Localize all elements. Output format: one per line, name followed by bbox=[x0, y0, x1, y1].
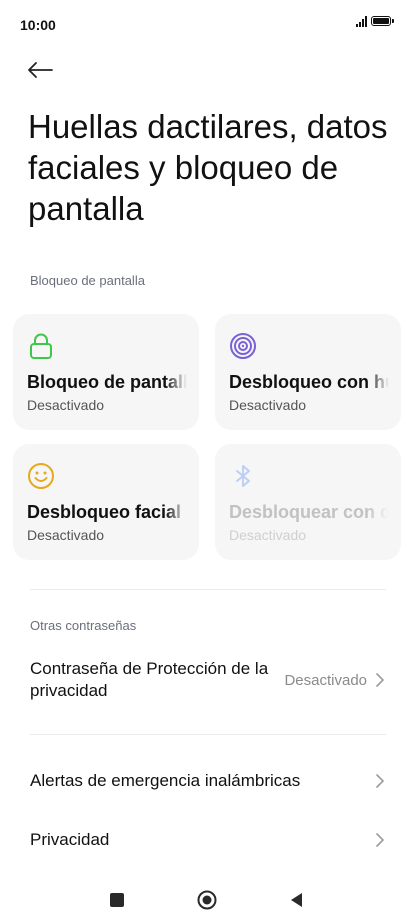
section-label-screen-lock: Bloqueo de pantalla bbox=[30, 273, 145, 288]
section-label-other-passwords: Otras contraseñas bbox=[30, 618, 137, 633]
chevron-right-icon bbox=[376, 833, 384, 847]
card-title: Desbloquear con dispositivo Bluetooth bbox=[229, 502, 389, 523]
privacy-password-row[interactable]: Contraseña de Protección de la privacida… bbox=[0, 655, 415, 711]
card-status: Desactivado bbox=[27, 527, 105, 543]
card-title: Desbloqueo facial bbox=[27, 502, 187, 523]
card-screen-lock[interactable]: Bloqueo de pantalla Desactivado bbox=[13, 314, 199, 430]
status-bar: 10:00 bbox=[0, 0, 415, 48]
status-icons bbox=[356, 15, 394, 27]
navigation-bar bbox=[0, 876, 415, 924]
lock-icon bbox=[30, 333, 52, 359]
status-time: 10:00 bbox=[20, 17, 56, 33]
card-face-unlock[interactable]: Desbloqueo facial Desactivado bbox=[13, 444, 199, 560]
divider bbox=[30, 734, 386, 735]
row-value: Desactivado bbox=[284, 672, 367, 689]
back-nav-button[interactable] bbox=[289, 892, 305, 908]
back-button[interactable] bbox=[22, 52, 58, 88]
fingerprint-icon bbox=[230, 333, 256, 359]
bluetooth-icon bbox=[236, 465, 250, 487]
triangle-back-icon bbox=[291, 893, 302, 907]
home-circle-icon bbox=[197, 890, 217, 910]
card-bluetooth-unlock[interactable]: Desbloquear con dispositivo Bluetooth De… bbox=[215, 444, 401, 560]
page-title: Huellas dactilares, datos faciales y blo… bbox=[28, 108, 388, 227]
arrow-left-icon bbox=[28, 62, 53, 78]
row-label: Alertas de emergencia inalámbricas bbox=[30, 771, 301, 790]
recents-button[interactable] bbox=[110, 893, 124, 907]
card-status: Desactivado bbox=[27, 397, 105, 413]
home-button[interactable] bbox=[197, 890, 217, 910]
face-icon bbox=[28, 463, 54, 489]
card-fingerprint-unlock[interactable]: Desbloqueo con huella Desactivado bbox=[215, 314, 401, 430]
chevron-right-icon bbox=[376, 774, 384, 788]
divider bbox=[30, 589, 386, 590]
chevron-right-icon bbox=[376, 673, 384, 687]
row-label: Contraseña de Protección de la privacida… bbox=[30, 659, 269, 700]
card-title: Desbloqueo con huella bbox=[229, 372, 389, 393]
card-title: Bloqueo de pantalla bbox=[27, 372, 187, 393]
row-label: Privacidad bbox=[30, 830, 110, 849]
card-status: Desactivado bbox=[229, 527, 307, 543]
signal-icon bbox=[356, 15, 367, 27]
card-status: Desactivado bbox=[229, 397, 307, 413]
emergency-alerts-row[interactable]: Alertas de emergencia inalámbricas bbox=[0, 768, 415, 794]
battery-icon bbox=[371, 16, 394, 26]
privacy-row[interactable]: Privacidad bbox=[0, 827, 415, 853]
